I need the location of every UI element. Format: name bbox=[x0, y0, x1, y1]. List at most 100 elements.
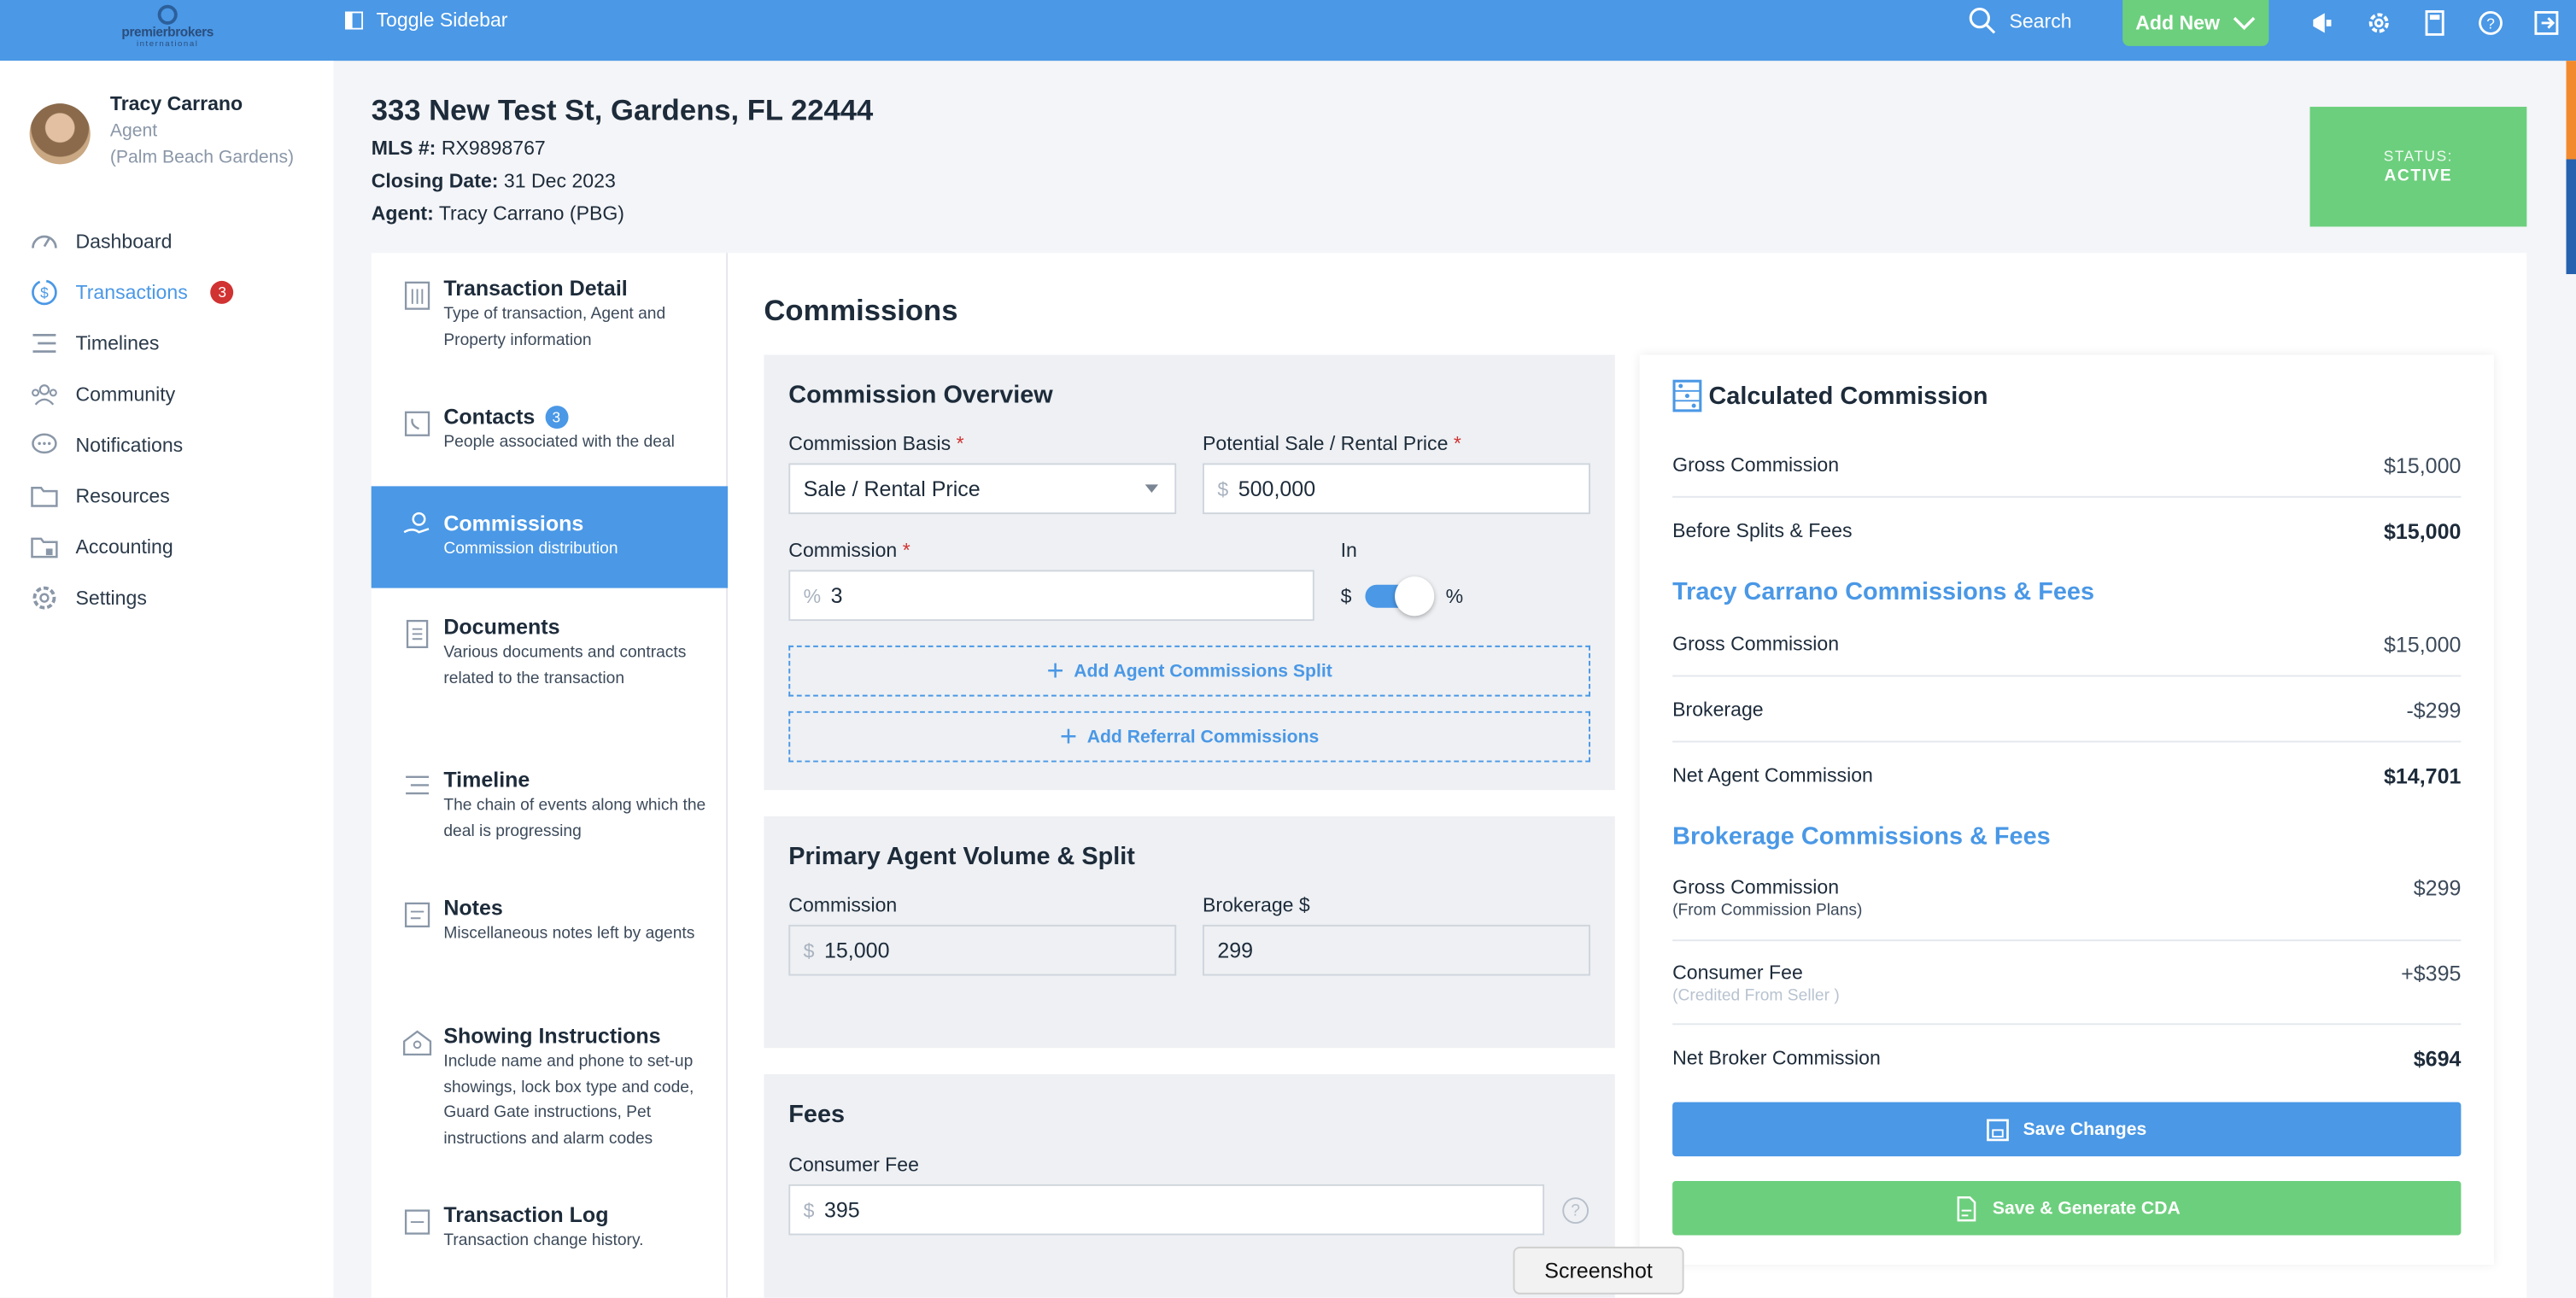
sidebar-item-community[interactable]: Community bbox=[30, 368, 325, 419]
section-desc: People associated with the deal bbox=[443, 433, 675, 452]
price-label: Potential Sale / Rental Price * bbox=[1203, 432, 1461, 455]
sidebar-item-notifications[interactable]: Notifications bbox=[30, 418, 325, 470]
sidebar-icon bbox=[344, 10, 364, 29]
megaphone-icon[interactable] bbox=[2307, 7, 2339, 39]
row-value: $15,000 bbox=[2383, 518, 2462, 544]
dollar-prefix: $ bbox=[803, 938, 815, 962]
sidebar-item-settings[interactable]: Settings bbox=[30, 571, 325, 623]
broker-gross-row: Gross Commission (From Commission Plans) $… bbox=[1672, 875, 2461, 920]
help-icon[interactable]: ? bbox=[1562, 1197, 1590, 1225]
calculator-icon[interactable] bbox=[2418, 7, 2450, 39]
section-title: Documents bbox=[443, 614, 560, 640]
consumer-fee-value: 395 bbox=[823, 1197, 860, 1223]
status-badge: STATUS: ACTIVE bbox=[2310, 107, 2527, 227]
sidebar-item-transactions[interactable]: $ Transactions 3 bbox=[30, 266, 325, 318]
sidebar-item-dashboard[interactable]: Dashboard bbox=[30, 215, 325, 266]
screenshot-tooltip: Screenshot bbox=[1513, 1246, 1684, 1295]
logout-icon[interactable] bbox=[2530, 7, 2562, 39]
sidebar-item-accounting[interactable]: Accounting bbox=[30, 521, 325, 572]
add-referral-label: Add Referral Commissions bbox=[1086, 727, 1320, 747]
toggle-sidebar-button[interactable]: Toggle Sidebar bbox=[344, 8, 508, 32]
section-desc: Type of transaction, Agent and Property … bbox=[443, 305, 666, 349]
section-timeline[interactable]: Timeline The chain of events along which… bbox=[372, 767, 728, 872]
globe-icon bbox=[157, 4, 178, 25]
consumer-fee-row: Consumer Fee (Credited From Seller ) +$395 bbox=[1672, 961, 2461, 1005]
broker-section-title: Brokerage Commissions & Fees bbox=[1672, 822, 2051, 851]
plus-icon: + bbox=[1046, 653, 1064, 687]
chevron-down-icon bbox=[2234, 15, 2256, 30]
add-agent-split-button[interactable]: + Add Agent Commissions Split bbox=[788, 645, 1590, 697]
add-new-button[interactable]: Add New bbox=[2122, 0, 2269, 46]
toggle-knob[interactable] bbox=[1395, 576, 1435, 617]
document-icon bbox=[406, 619, 429, 649]
closing-label: Closing Date: bbox=[371, 169, 499, 193]
logo-brand-text: premierbrokers bbox=[121, 24, 214, 40]
section-desc: Include name and phone to set-up showing… bbox=[443, 1052, 694, 1148]
sidebar-nav: Dashboard $ Transactions 3 Timelines Com… bbox=[30, 215, 325, 623]
sidebar-item-label: Resources bbox=[75, 483, 170, 507]
section-title: Contacts 3 bbox=[443, 404, 711, 429]
chevron-down-icon bbox=[1145, 484, 1159, 494]
gear-icon[interactable] bbox=[2362, 7, 2395, 39]
toggle-dollar-label: $ bbox=[1340, 584, 1352, 608]
fees-panel: Fees Consumer Fee $ 395 ? bbox=[764, 1073, 1615, 1298]
search-button[interactable]: Search bbox=[1968, 7, 2072, 35]
divider bbox=[1672, 1023, 2462, 1026]
logo-sub-text: international bbox=[136, 39, 199, 50]
consumer-fee-label: Consumer Fee bbox=[788, 1153, 919, 1177]
section-title: Transaction Log bbox=[443, 1202, 609, 1227]
search-icon bbox=[1969, 8, 1996, 34]
section-notes[interactable]: Notes Miscellaneous notes left by agents bbox=[372, 895, 728, 1000]
brokerage-row: Brokerage -$299 bbox=[1672, 698, 2461, 722]
add-referral-button[interactable]: + Add Referral Commissions bbox=[788, 710, 1590, 763]
price-value: 500,000 bbox=[1238, 476, 1316, 501]
row-value: $299 bbox=[2413, 875, 2462, 901]
sidebar-item-resources[interactable]: Resources bbox=[30, 470, 325, 521]
row-value: $694 bbox=[2413, 1046, 2462, 1072]
unit-toggle[interactable] bbox=[1365, 576, 1435, 617]
divider bbox=[1672, 740, 2462, 743]
section-showing-instructions[interactable]: Showing Instructions Include name and ph… bbox=[372, 1023, 728, 1181]
plus-icon: + bbox=[1059, 719, 1078, 752]
dollar-cycle-icon: $ bbox=[30, 277, 60, 307]
section-transaction-log[interactable]: Transaction Log Transaction change histo… bbox=[372, 1202, 728, 1268]
section-desc: Commission distribution bbox=[443, 540, 618, 558]
commissions-title: Commissions bbox=[764, 294, 958, 327]
closing-date: Closing Date: 31 Dec 2023 bbox=[372, 169, 616, 192]
toggle-sidebar-label: Toggle Sidebar bbox=[376, 8, 508, 32]
save-cda-label: Save & Generate CDA bbox=[1992, 1198, 2181, 1219]
divider bbox=[1672, 495, 2462, 498]
commission-basis-select[interactable]: Sale / Rental Price bbox=[788, 463, 1177, 515]
section-contacts[interactable]: Contacts 3 People associated with the dea… bbox=[372, 404, 728, 470]
brokerage-value: 299 bbox=[1217, 938, 1254, 963]
note-icon bbox=[404, 902, 430, 928]
row-label: Brokerage bbox=[1672, 698, 1764, 722]
sidebar-item-timelines[interactable]: Timelines bbox=[30, 317, 325, 368]
section-transaction-detail[interactable]: Transaction Detail Type of transaction, … bbox=[372, 276, 728, 381]
section-desc: Miscellaneous notes left by agents bbox=[443, 924, 695, 944]
brokerage-field: 299 bbox=[1203, 924, 1590, 976]
section-documents[interactable]: Documents Various documents and contract… bbox=[372, 614, 728, 745]
contacts-badge: 3 bbox=[544, 405, 568, 429]
price-input[interactable]: $ 500,000 bbox=[1203, 463, 1590, 515]
row-value: $15,000 bbox=[2383, 453, 2462, 478]
row-value: $14,701 bbox=[2383, 763, 2462, 789]
row-label: Net Agent Commission bbox=[1672, 763, 1873, 787]
save-changes-button[interactable]: Save Changes bbox=[1672, 1102, 2462, 1157]
required-mark: * bbox=[956, 431, 964, 455]
status-label: STATUS: bbox=[2383, 148, 2454, 165]
primary-commission-label: Commission bbox=[788, 893, 898, 917]
people-icon bbox=[30, 378, 60, 408]
section-title: Showing Instructions bbox=[443, 1023, 661, 1049]
sidebar-item-label: Notifications bbox=[75, 432, 184, 456]
help-icon[interactable]: ? bbox=[2474, 7, 2507, 39]
commission-input[interactable]: % 3 bbox=[788, 570, 1314, 622]
save-generate-cda-button[interactable]: Save & Generate CDA bbox=[1672, 1180, 2462, 1236]
sidebar-item-label: Settings bbox=[75, 585, 147, 609]
section-commissions[interactable]: Commissions Commission distribution bbox=[371, 486, 729, 588]
brand-logo[interactable]: premierbrokers international bbox=[115, 4, 220, 55]
divider bbox=[1672, 939, 2462, 942]
primary-commission-field: $ 15,000 bbox=[788, 924, 1177, 976]
avatar[interactable] bbox=[29, 103, 91, 165]
consumer-fee-input[interactable]: $ 395 bbox=[788, 1184, 1545, 1236]
